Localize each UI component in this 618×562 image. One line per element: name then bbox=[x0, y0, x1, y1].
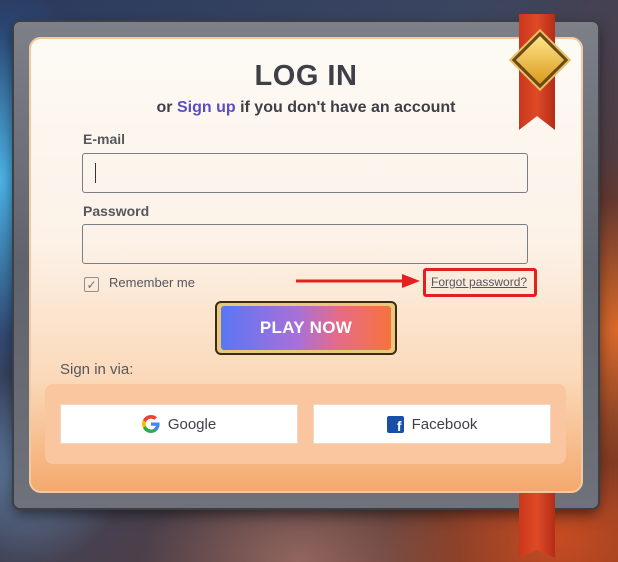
password-label: Password bbox=[83, 203, 150, 219]
password-field[interactable] bbox=[82, 224, 528, 264]
signup-prompt: or Sign up if you don't have an account bbox=[29, 99, 583, 117]
page-title: LOG IN bbox=[254, 60, 358, 92]
google-label: Google bbox=[167, 415, 217, 433]
forgot-password-link[interactable]: Forgot password? bbox=[431, 275, 527, 289]
sign-in-via-label: Sign in via: bbox=[60, 361, 134, 378]
remember-me-checkbox[interactable]: ✓ bbox=[84, 277, 99, 292]
text-cursor bbox=[95, 163, 96, 183]
email-label: E-mail bbox=[83, 131, 126, 147]
play-now-button[interactable]: PLAY NOW bbox=[221, 306, 391, 350]
email-field[interactable] bbox=[82, 153, 528, 193]
signup-link[interactable]: Sign up bbox=[177, 99, 236, 116]
facebook-login-button[interactable]: f Facebook bbox=[313, 404, 551, 444]
arrow-annotation bbox=[296, 274, 420, 288]
subtitle-suffix: if you don't have an account bbox=[235, 99, 456, 116]
google-icon bbox=[141, 415, 160, 433]
subtitle-prefix: or bbox=[156, 99, 177, 116]
facebook-label: Facebook bbox=[411, 415, 478, 433]
google-login-button[interactable]: Google bbox=[60, 404, 298, 444]
facebook-icon: f bbox=[386, 415, 404, 433]
check-icon: ✓ bbox=[86, 277, 97, 292]
ribbon-bottom bbox=[519, 488, 555, 558]
remember-me-label: Remember me bbox=[109, 275, 195, 290]
